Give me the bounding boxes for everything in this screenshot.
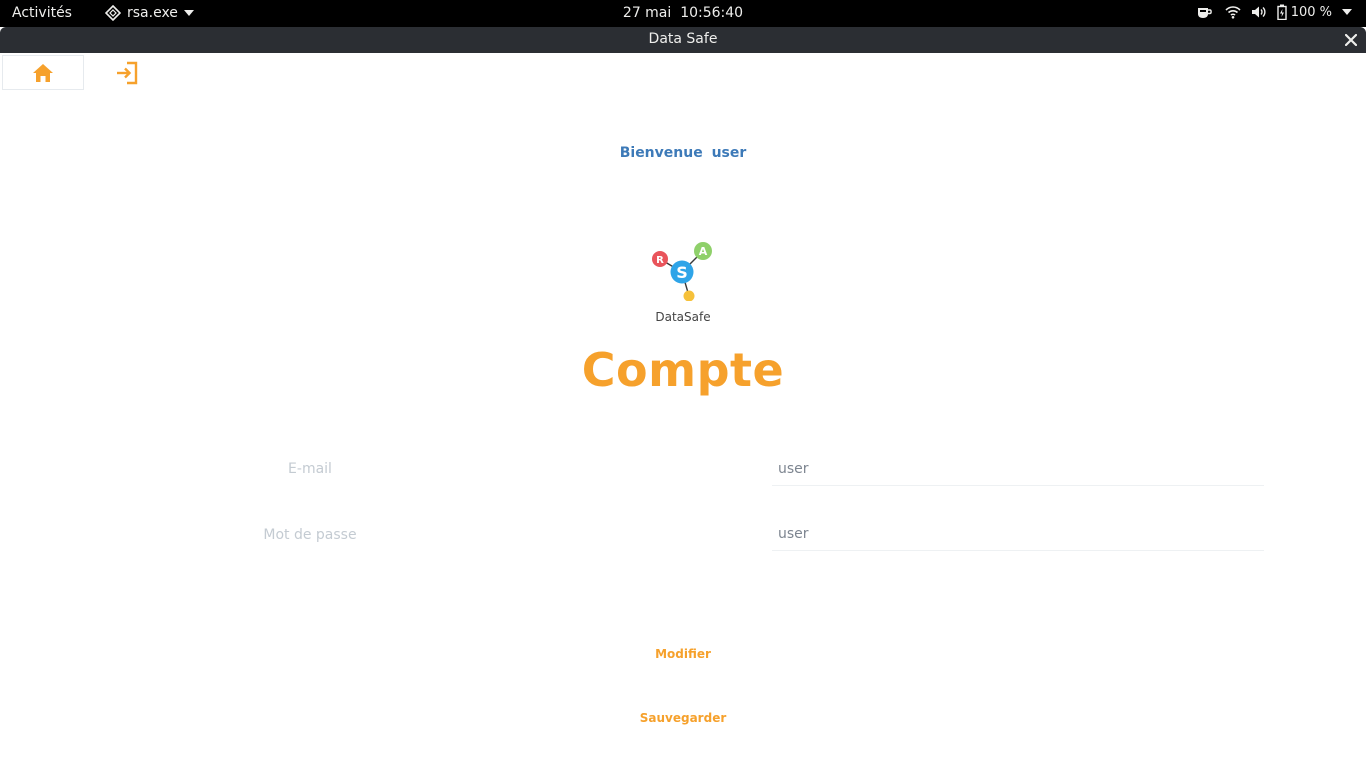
home-button[interactable] bbox=[2, 55, 84, 90]
activities-button[interactable]: Activités bbox=[12, 5, 72, 21]
save-button[interactable]: Sauvegarder bbox=[583, 706, 783, 730]
welcome-message: Bienvenue user bbox=[0, 145, 1366, 161]
logo-letter-s: S bbox=[676, 263, 688, 282]
email-field[interactable] bbox=[772, 452, 1264, 486]
password-label: Mot de passe bbox=[263, 527, 357, 543]
clock: 27 mai 10:56:40 bbox=[0, 5, 1366, 21]
chevron-down-icon bbox=[183, 10, 194, 16]
datasafe-logo: R S A bbox=[652, 242, 712, 301]
close-window-button[interactable] bbox=[1342, 31, 1360, 49]
clock-button[interactable]: 27 mai 10:56:40 bbox=[623, 5, 743, 21]
clock-date: 27 mai bbox=[622, 5, 672, 21]
app-content: Bienvenue user R S A DataSafe Compte E-m… bbox=[0, 53, 1366, 768]
coffee-cup-icon[interactable] bbox=[1195, 4, 1213, 20]
welcome-greeting: Bienvenue bbox=[619, 145, 703, 161]
welcome-username: user bbox=[711, 145, 747, 161]
app-menu[interactable]: rsa.exe bbox=[105, 5, 194, 21]
window-title: Data Safe bbox=[648, 31, 718, 47]
logout-icon bbox=[117, 61, 138, 84]
status-indicators[interactable]: 100 % bbox=[1225, 4, 1352, 20]
app-menu-label: rsa.exe bbox=[127, 5, 178, 21]
home-icon bbox=[33, 63, 53, 82]
logout-button[interactable] bbox=[86, 55, 168, 90]
battery-percent: 100 % bbox=[1290, 4, 1332, 20]
app-diamond-icon bbox=[105, 5, 121, 21]
page-title: Compte bbox=[581, 343, 785, 397]
system-tray[interactable]: 100 % bbox=[1195, 4, 1352, 20]
logo-letter-r: R bbox=[656, 255, 664, 266]
chevron-down-icon bbox=[1342, 9, 1352, 15]
battery-icon bbox=[1276, 4, 1287, 20]
logo-label: DataSafe bbox=[655, 310, 711, 324]
logo-letter-a: A bbox=[699, 245, 708, 258]
wifi-icon bbox=[1225, 6, 1241, 19]
battery-indicator: 100 % bbox=[1276, 4, 1332, 20]
window-title-bar[interactable]: Data Safe bbox=[0, 27, 1366, 53]
system-top-bar: Activités rsa.exe 27 mai 10:56:40 100 % bbox=[0, 0, 1366, 27]
password-field[interactable] bbox=[772, 517, 1264, 551]
email-label: E-mail bbox=[288, 461, 332, 477]
volume-icon bbox=[1251, 6, 1266, 18]
clock-time: 10:56:40 bbox=[680, 5, 744, 21]
modify-button[interactable]: Modifier bbox=[583, 642, 783, 666]
close-icon bbox=[1345, 34, 1357, 46]
